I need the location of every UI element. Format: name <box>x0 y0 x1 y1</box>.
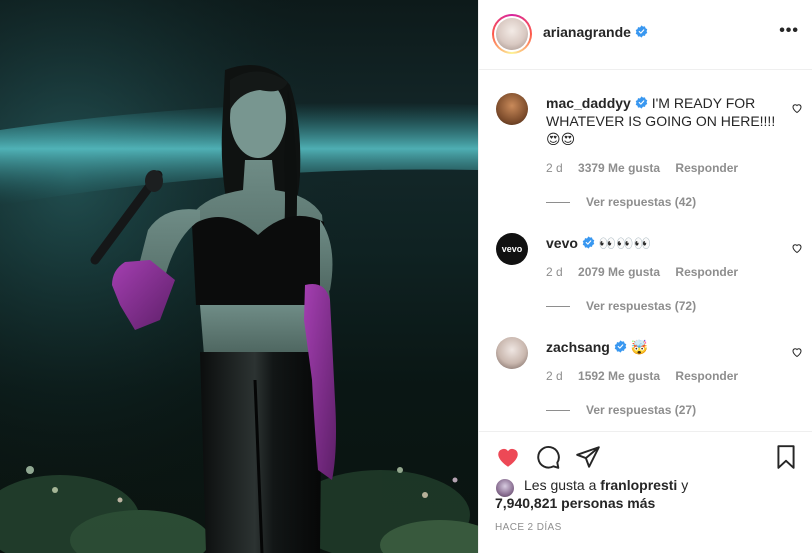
comment-likes-count[interactable]: 3379 Me gusta <box>578 161 660 175</box>
commenter-username[interactable]: zachsang <box>546 339 610 355</box>
post-side-panel: arianagrande ••• mac_daddyy I'M READY FO… <box>478 0 812 553</box>
commenter-username[interactable]: vevo <box>546 235 578 251</box>
commenter-avatar[interactable] <box>496 337 528 369</box>
verified-badge-icon <box>614 340 627 353</box>
comment-item: mac_daddyy I'M READY FOR WHATEVER IS GOI… <box>479 71 812 211</box>
post-actions: Les gusta a franlopresti y 7,940,821 per… <box>479 431 812 553</box>
comment-likes-count[interactable]: 1592 Me gusta <box>578 369 660 383</box>
view-replies-button[interactable]: Ver respuestas (72) <box>546 299 696 313</box>
comment-bubble-icon[interactable] <box>535 444 561 470</box>
comment-meta: 2 d 3379 Me gusta Responder <box>546 161 750 175</box>
author-username[interactable]: arianagrande <box>543 24 648 40</box>
comment-like-heart-icon[interactable] <box>791 346 803 358</box>
comment-time[interactable]: 2 d <box>546 369 563 383</box>
likes-conjunction: y <box>681 477 689 493</box>
view-replies-label[interactable]: Ver respuestas (27) <box>586 403 696 417</box>
share-paper-plane-icon[interactable] <box>575 444 601 470</box>
reply-button[interactable]: Responder <box>675 369 738 383</box>
liker-username[interactable]: franlopresti <box>600 477 677 493</box>
comment-likes-count[interactable]: 2079 Me gusta <box>578 265 660 279</box>
comment-item: zachsang 🤯 2 d 1592 Me gusta Responder V… <box>479 315 812 419</box>
instagram-post: arianagrande ••• mac_daddyy I'M READY FO… <box>0 0 812 553</box>
replies-divider <box>546 409 570 411</box>
comments-list: mac_daddyy I'M READY FOR WHATEVER IS GOI… <box>479 71 812 431</box>
comment-meta: 2 d 2079 Me gusta Responder <box>546 265 750 279</box>
commenter-avatar[interactable]: vevo <box>496 233 528 265</box>
commenter-avatar[interactable] <box>496 93 528 125</box>
view-replies-button[interactable]: Ver respuestas (27) <box>546 403 696 417</box>
comment-text-block: zachsang 🤯 <box>546 338 784 356</box>
comment-time[interactable]: 2 d <box>546 161 563 175</box>
concert-photo-illustration <box>0 0 478 553</box>
author-avatar[interactable] <box>492 14 532 54</box>
reply-button[interactable]: Responder <box>675 265 738 279</box>
verified-badge-icon <box>635 96 648 109</box>
verified-badge-icon <box>582 236 595 249</box>
replies-divider <box>546 305 570 307</box>
vevo-logo: vevo <box>501 244 523 254</box>
post-header: arianagrande ••• <box>479 0 812 70</box>
view-replies-label[interactable]: Ver respuestas (42) <box>586 195 696 209</box>
verified-badge-icon <box>635 25 648 38</box>
commenter-username[interactable]: mac_daddyy <box>546 95 631 111</box>
comment-text-block: vevo 👀👀👀 <box>546 234 784 252</box>
author-name-text[interactable]: arianagrande <box>543 24 631 40</box>
reply-button[interactable]: Responder <box>675 161 738 175</box>
post-timestamp[interactable]: Hace 2 días <box>495 522 562 533</box>
replies-divider <box>546 201 570 203</box>
view-replies-button[interactable]: Ver respuestas (42) <box>546 195 696 209</box>
comment-item: vevo vevo 👀👀👀 2 d 2079 Me gusta Responde… <box>479 211 812 315</box>
comment-like-heart-icon[interactable] <box>791 102 803 114</box>
likes-line-1: Les gusta a franlopresti y <box>524 476 688 495</box>
bookmark-icon[interactable] <box>773 444 799 470</box>
post-photo[interactable] <box>0 0 478 553</box>
likes-prefix: Les gusta a <box>524 477 597 493</box>
more-dots-icon[interactable]: ••• <box>779 22 799 40</box>
like-heart-icon[interactable] <box>495 444 521 470</box>
likes-others-count[interactable]: 7,940,821 personas más <box>495 494 655 513</box>
comment-like-heart-icon[interactable] <box>791 242 803 254</box>
view-replies-label[interactable]: Ver respuestas (72) <box>586 299 696 313</box>
comment-text-block: mac_daddyy I'M READY FOR WHATEVER IS GOI… <box>546 94 784 148</box>
comment-text: 👀👀👀 <box>598 235 652 251</box>
comment-meta: 2 d 1592 Me gusta Responder <box>546 369 750 383</box>
comment-time[interactable]: 2 d <box>546 265 563 279</box>
comment-text: 🤯 <box>630 339 649 355</box>
